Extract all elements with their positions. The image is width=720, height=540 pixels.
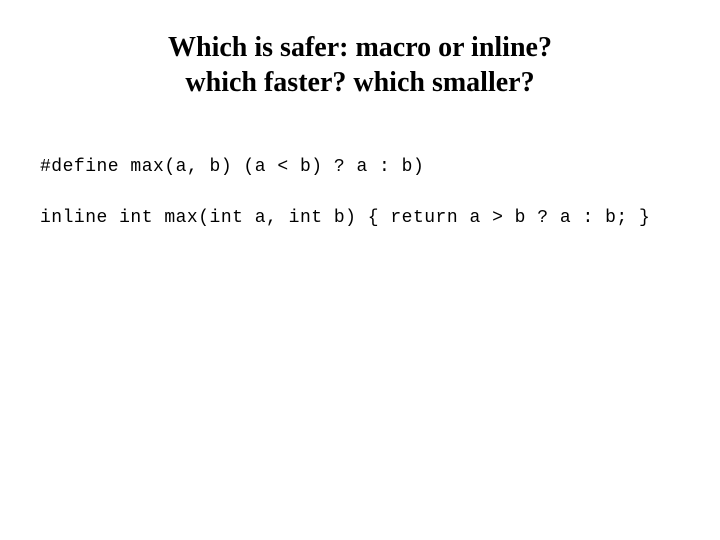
code-line-macro: #define max(a, b) (a < b) ? a : b) bbox=[40, 155, 680, 180]
title-line-2: which faster? which smaller? bbox=[100, 65, 620, 100]
title-line-1: Which is safer: macro or inline? bbox=[100, 30, 620, 65]
code-block: #define max(a, b) (a < b) ? a : b) inlin… bbox=[40, 155, 680, 231]
code-line-inline: inline int max(int a, int b) { return a … bbox=[40, 206, 680, 231]
slide-title: Which is safer: macro or inline? which f… bbox=[100, 30, 620, 100]
